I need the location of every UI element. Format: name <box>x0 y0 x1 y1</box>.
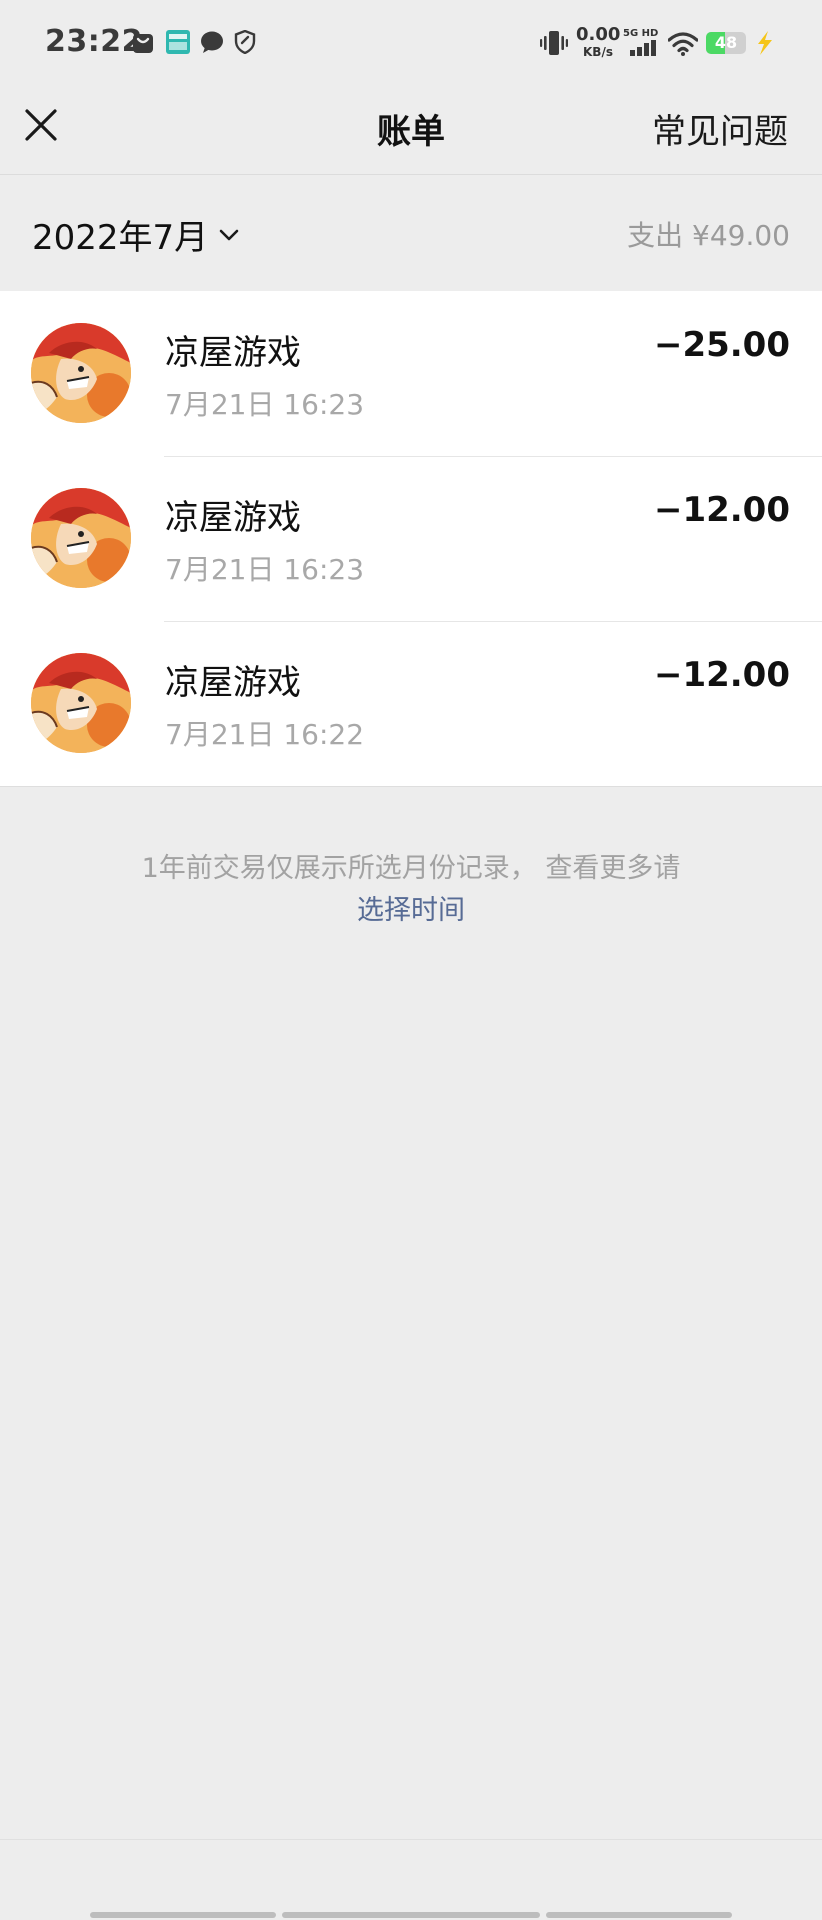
chevron-down-icon <box>219 229 239 240</box>
transaction-time: 7月21日 16:22 <box>165 718 365 751</box>
battery-icon: 48 <box>706 32 746 54</box>
network-badge: 5G HD <box>623 28 659 39</box>
network-speed-unit: KB/s <box>583 45 613 59</box>
navigation-bar: 账单 常见问题 <box>0 86 822 176</box>
history-note-text: 1年前交易仅展示所选月份记录， 查看更多请 <box>141 853 681 884</box>
status-bar: 23:22 0.00 KB/s 5G HD 48 <box>0 0 822 86</box>
battery-level: 48 <box>714 33 738 52</box>
gesture-bar-segment <box>546 1912 732 1918</box>
wifi-icon <box>667 32 699 60</box>
month-selector[interactable]: 2022年7月 <box>32 210 240 259</box>
network-speed: 0.00 KB/s <box>576 24 621 59</box>
close-button[interactable] <box>24 108 58 142</box>
merchant-avatar <box>31 653 131 753</box>
gesture-bar-segment <box>282 1912 540 1918</box>
vibrate-icon <box>540 30 568 60</box>
transaction-amount: −12.00 <box>653 490 790 530</box>
charging-icon <box>752 30 776 60</box>
boss-app-icon <box>166 30 190 58</box>
transaction-time: 7月21日 16:23 <box>165 553 365 586</box>
bag-icon <box>132 30 154 58</box>
close-icon <box>25 109 57 141</box>
transaction-amount: −12.00 <box>653 655 790 695</box>
transaction-row[interactable]: 凉屋游戏 7月21日 16:23 −12.00 <box>0 456 822 621</box>
chat-bubble-icon <box>200 30 224 58</box>
network-speed-value: 0.00 <box>576 24 621 45</box>
signal-icon <box>630 40 658 60</box>
gesture-bar-segment <box>90 1912 276 1918</box>
transaction-list: 凉屋游戏 7月21日 16:23 −25.00 凉屋游戏 7月21日 16:23… <box>0 291 822 787</box>
month-header: 2022年7月 支出 ¥49.00 <box>0 175 822 291</box>
transaction-time: 7月21日 16:23 <box>165 388 365 421</box>
transaction-amount: −25.00 <box>653 325 790 365</box>
select-time-link[interactable]: 选择时间 <box>357 890 465 932</box>
status-time: 23:22 <box>45 24 143 59</box>
merchant-avatar <box>31 323 131 423</box>
merchant-avatar <box>31 488 131 588</box>
merchant-name: 凉屋游戏 <box>165 333 301 373</box>
shield-icon <box>234 29 256 58</box>
merchant-name: 凉屋游戏 <box>165 663 301 703</box>
bottom-divider <box>0 1839 822 1840</box>
transaction-row[interactable]: 凉屋游戏 7月21日 16:22 −12.00 <box>0 621 822 786</box>
history-note: 1年前交易仅展示所选月份记录， 查看更多请 选择时间 <box>0 848 822 932</box>
faq-button[interactable]: 常见问题 <box>652 104 788 153</box>
month-label: 2022年7月 <box>32 218 209 258</box>
month-expense-total: 支出 ¥49.00 <box>627 219 790 252</box>
transaction-row[interactable]: 凉屋游戏 7月21日 16:23 −25.00 <box>0 291 822 456</box>
merchant-name: 凉屋游戏 <box>165 498 301 538</box>
